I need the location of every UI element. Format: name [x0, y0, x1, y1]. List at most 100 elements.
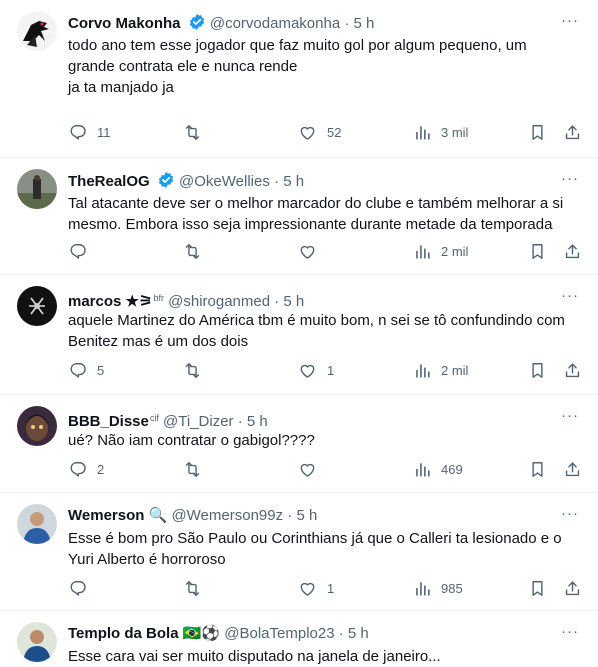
views-button[interactable]: 2 mil: [413, 241, 468, 261]
like-button[interactable]: 1: [298, 578, 334, 598]
tweet-text: aquele Martinez do América tbm é muito b…: [68, 310, 582, 352]
tweet[interactable]: Templo da Bola 🇧🇷⚽ @BolaTemplo23 · 5 h ·…: [0, 611, 598, 665]
views-icon: [416, 581, 430, 596]
retweet-button[interactable]: [183, 459, 202, 479]
like-button[interactable]: 52: [298, 122, 341, 142]
reply-button[interactable]: [68, 578, 87, 598]
display-name[interactable]: Templo da Bola 🇧🇷⚽: [68, 625, 220, 642]
tweet-text-line: Esse é bom pro São Paulo ou Corinthians …: [68, 530, 562, 547]
display-name[interactable]: Corvo Makonha: [68, 15, 181, 32]
avatar[interactable]: [17, 169, 57, 209]
reply-icon: [70, 362, 86, 378]
reply-button[interactable]: [68, 241, 87, 261]
reply-button[interactable]: 11: [68, 122, 111, 142]
reply-count: 11: [97, 124, 111, 140]
tweet[interactable]: Wemerson 🔍 @Wemerson99z · 5 h ··· Esse é…: [0, 493, 598, 611]
tweet[interactable]: BBB_Dissecif @Ti_Dizer · 5 h ··· ué? Não…: [0, 395, 598, 493]
share-icon: [565, 580, 580, 595]
retweet-button[interactable]: [183, 360, 202, 380]
avatar[interactable]: [17, 504, 57, 544]
views-button[interactable]: 985: [413, 578, 463, 598]
separator: ·: [274, 173, 280, 190]
username[interactable]: @OkeWellies: [179, 173, 270, 190]
tweet-text: todo ano tem esse jogador que faz muito …: [68, 35, 582, 98]
avatar[interactable]: [17, 622, 57, 662]
share-button[interactable]: [563, 459, 582, 479]
share-button[interactable]: [563, 578, 582, 598]
more-options-icon[interactable]: ···: [560, 506, 580, 527]
more-options-icon[interactable]: ···: [560, 171, 580, 192]
username[interactable]: @BolaTemplo23: [224, 625, 334, 642]
more-options-icon[interactable]: ···: [560, 408, 580, 429]
display-name[interactable]: Wemerson 🔍: [68, 507, 167, 524]
views-button[interactable]: 3 mil: [413, 122, 468, 142]
like-button[interactable]: [298, 459, 317, 479]
bookmark-button[interactable]: [528, 122, 547, 142]
views-button[interactable]: 469: [413, 459, 463, 479]
views-button[interactable]: 2 mil: [413, 360, 468, 380]
username[interactable]: @corvodamakonha: [210, 15, 340, 32]
tweet-text: ué? Não iam contratar o gabigol????: [68, 430, 582, 451]
views-icon: [416, 462, 430, 477]
separator: ·: [274, 293, 280, 310]
tweet-text-line: Yuri Alberto é horroroso: [68, 551, 226, 568]
bookmark-button[interactable]: [528, 578, 547, 598]
reply-button[interactable]: 5: [68, 360, 104, 380]
views-count: 985: [441, 580, 463, 596]
action-bar: 1 985: [0, 578, 598, 598]
share-icon: [565, 461, 580, 476]
views-icon: [416, 244, 430, 259]
bookmark-button[interactable]: [528, 241, 547, 261]
username[interactable]: @Ti_Dizer: [163, 413, 234, 430]
action-bar: 2 mil: [0, 241, 598, 261]
views-count: 469: [441, 461, 463, 477]
name-badge: cif: [149, 413, 159, 423]
share-button[interactable]: [563, 122, 582, 142]
tweet-text-line: ja ta manjado ja: [68, 79, 174, 96]
timestamp[interactable]: 5 h: [348, 625, 369, 642]
timestamp[interactable]: 5 h: [247, 413, 268, 430]
views-count: 2 mil: [441, 243, 469, 259]
more-options-icon[interactable]: ···: [560, 13, 580, 34]
reply-count: 2: [97, 461, 105, 477]
tweet-text-line: todo ano tem esse jogador que faz muito …: [68, 37, 527, 54]
bookmark-button[interactable]: [528, 459, 547, 479]
avatar[interactable]: [17, 406, 57, 446]
tweet-header: BBB_Dissecif @Ti_Dizer · 5 h: [68, 408, 558, 432]
action-bar: 11 52 3 mil: [0, 122, 598, 142]
display-name[interactable]: marcos ★⚞: [68, 293, 152, 310]
timestamp[interactable]: 5 h: [283, 173, 304, 190]
avatar[interactable]: [17, 286, 57, 326]
tweet-text-line: Benitez mas é um dos dois: [68, 333, 249, 350]
bookmark-button[interactable]: [528, 360, 547, 380]
display-name[interactable]: TheRealOG: [68, 173, 150, 190]
username[interactable]: @Wemerson99z: [171, 507, 283, 524]
more-options-icon[interactable]: ···: [560, 288, 580, 309]
display-name[interactable]: BBB_Disse: [68, 413, 149, 430]
avatar[interactable]: [17, 11, 57, 51]
separator: ·: [287, 507, 293, 524]
username[interactable]: @shiroganmed: [168, 293, 270, 310]
reply-button[interactable]: 2: [68, 459, 104, 479]
like-button[interactable]: 1: [298, 360, 334, 380]
share-button[interactable]: [563, 241, 582, 261]
retweet-button[interactable]: [183, 122, 202, 142]
timestamp[interactable]: 5 h: [296, 507, 317, 524]
heart-icon: [300, 245, 315, 259]
timestamp[interactable]: 5 h: [283, 293, 304, 310]
tweet[interactable]: Corvo Makonha @corvodamakonha · 5 h ··· …: [0, 0, 598, 158]
retweet-button[interactable]: [183, 241, 202, 261]
tweet[interactable]: TheRealOG @OkeWellies · 5 h ··· Tal atac…: [0, 158, 598, 275]
more-options-icon[interactable]: ···: [560, 624, 580, 645]
tweet[interactable]: marcos ★⚞bfr @shiroganmed · 5 h ··· aque…: [0, 275, 598, 395]
retweet-button[interactable]: [183, 578, 202, 598]
timestamp[interactable]: 5 h: [354, 15, 375, 32]
retweet-icon: [185, 461, 200, 477]
reply-icon: [70, 461, 86, 477]
reply-icon: [70, 124, 86, 140]
share-icon: [565, 243, 580, 258]
tweet-header: Templo da Bola 🇧🇷⚽ @BolaTemplo23 · 5 h: [68, 624, 558, 644]
like-button[interactable]: [298, 241, 317, 261]
tweet-text-line: ué? Não iam contratar o gabigol????: [68, 432, 315, 449]
share-button[interactable]: [563, 360, 582, 380]
